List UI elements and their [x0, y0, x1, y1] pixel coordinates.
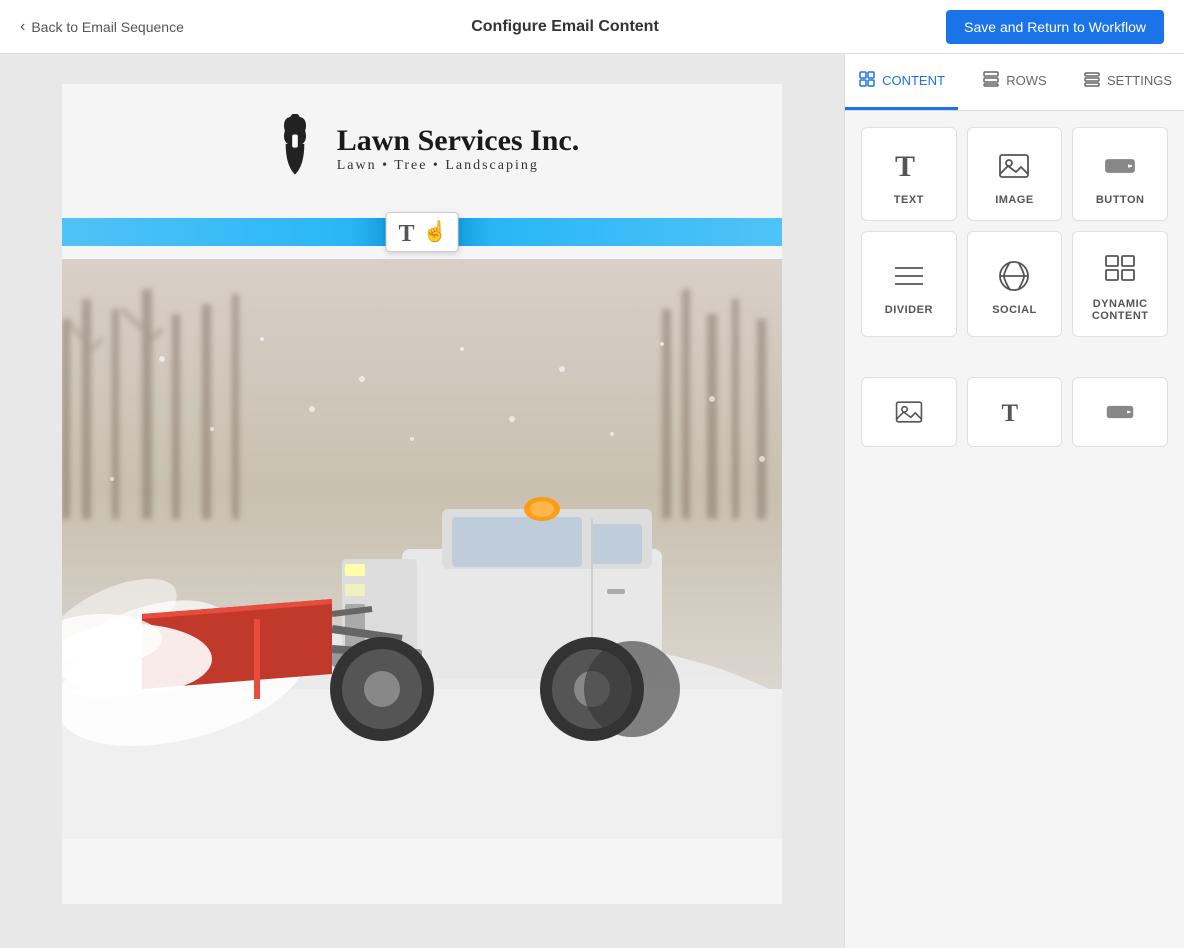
back-label: Back to Email Sequence: [31, 19, 184, 35]
tab-content[interactable]: CONTENT: [845, 54, 958, 110]
block-dynamic-content[interactable]: DYNAMIC CONTENT: [1072, 231, 1168, 337]
social-block-label: SOCIAL: [992, 304, 1037, 316]
rows-tab-icon: [982, 70, 1000, 91]
back-arrow-icon: ‹: [20, 18, 25, 36]
small-text-icon: T: [994, 392, 1034, 432]
dynamic-content-block-label: DYNAMIC CONTENT: [1083, 298, 1157, 322]
tab-settings-label: SETTINGS: [1107, 73, 1172, 88]
company-name: Lawn Services Inc.: [337, 124, 580, 158]
svg-text:T: T: [399, 221, 415, 245]
content-blocks-grid: T TEXT IMAGE: [845, 111, 1184, 463]
logo-text-group: Lawn Services Inc. Lawn • Tree • Landsca…: [337, 124, 580, 174]
text-block-label: TEXT: [894, 194, 924, 206]
logo-container: Lawn Services Inc. Lawn • Tree • Landsca…: [265, 114, 580, 184]
small-image-icon: [889, 392, 929, 432]
small-block-image[interactable]: [861, 377, 957, 447]
email-canvas: Lawn Services Inc. Lawn • Tree • Landsca…: [62, 84, 782, 904]
logo-icon: [265, 114, 325, 184]
content-tab-icon: [858, 70, 876, 91]
page-title: Configure Email Content: [471, 18, 659, 36]
button-block-label: BUTTON: [1096, 194, 1145, 206]
divider-block-label: DIVIDER: [885, 304, 933, 316]
back-link[interactable]: ‹ Back to Email Sequence: [20, 18, 184, 36]
right-panel: CONTENT ROWS: [844, 54, 1184, 948]
grid-spacer: [861, 347, 1168, 367]
block-text[interactable]: T TEXT: [861, 127, 957, 221]
tab-rows[interactable]: ROWS: [958, 54, 1071, 110]
image-block-label: IMAGE: [995, 194, 1034, 206]
cursor-hand-icon: ☝️: [423, 219, 448, 244]
block-image[interactable]: IMAGE: [967, 127, 1063, 221]
text-block-icon: T: [889, 146, 929, 186]
app-header: ‹ Back to Email Sequence Configure Email…: [0, 0, 1184, 54]
button-block-icon: [1100, 146, 1140, 186]
drag-widget: T ☝️: [386, 212, 459, 252]
small-button-icon: [1100, 392, 1140, 432]
snow-scene-svg: [62, 259, 782, 839]
block-social[interactable]: SOCIAL: [967, 231, 1063, 337]
tab-settings[interactable]: SETTINGS: [1071, 54, 1184, 110]
tab-content-label: CONTENT: [882, 73, 945, 88]
drag-drop-row[interactable]: T ☝️: [62, 204, 782, 259]
panel-tabs: CONTENT ROWS: [845, 54, 1184, 111]
main-layout: Lawn Services Inc. Lawn • Tree • Landsca…: [0, 54, 1184, 948]
divider-block-icon: [889, 256, 929, 296]
canvas-area: Lawn Services Inc. Lawn • Tree • Landsca…: [0, 54, 844, 948]
snow-plow-image: [62, 259, 782, 839]
logo-section: Lawn Services Inc. Lawn • Tree • Landsca…: [62, 84, 782, 204]
dynamic-block-icon: [1100, 250, 1140, 290]
small-block-button[interactable]: [1072, 377, 1168, 447]
block-button[interactable]: BUTTON: [1072, 127, 1168, 221]
image-block-icon: [994, 146, 1034, 186]
svg-text:T: T: [895, 150, 915, 183]
svg-text:T: T: [1002, 400, 1019, 427]
save-button[interactable]: Save and Return to Workflow: [946, 10, 1164, 44]
tab-rows-label: ROWS: [1006, 73, 1046, 88]
text-T-icon: T: [397, 219, 419, 245]
settings-tab-icon: [1083, 70, 1101, 91]
block-divider[interactable]: DIVIDER: [861, 231, 957, 337]
company-tagline: Lawn • Tree • Landscaping: [337, 158, 580, 174]
small-block-text[interactable]: T: [967, 377, 1063, 447]
social-block-icon: [994, 256, 1034, 296]
